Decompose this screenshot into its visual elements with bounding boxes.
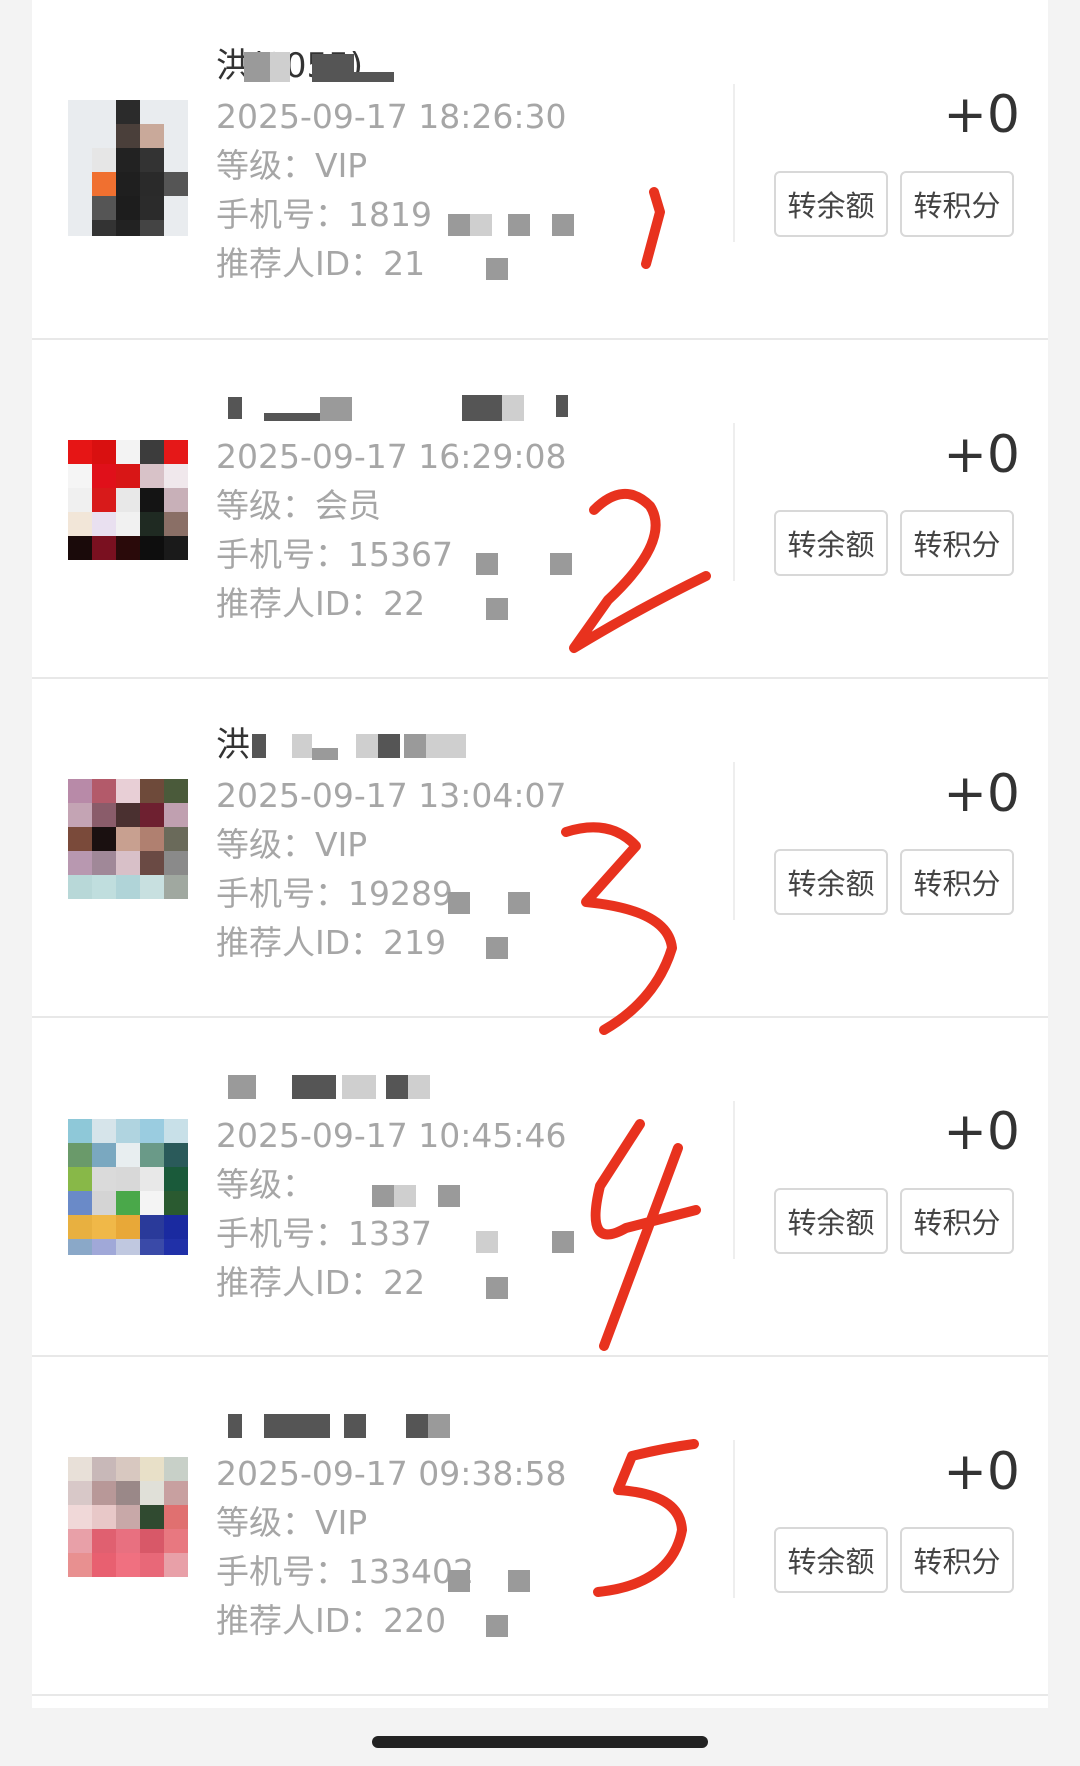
- join-time: 2025-09-17 18:26:30: [216, 97, 567, 136]
- list-item: 洪 2025-09-17 13:04:07 等级：VIP 手机号：19289 推…: [32, 678, 1048, 1018]
- avatar[interactable]: [68, 100, 188, 236]
- transfer-points-button[interactable]: 转积分: [900, 510, 1014, 576]
- member-level: 等级：VIP: [216, 825, 368, 864]
- user-name: 洪: [216, 725, 250, 765]
- avatar[interactable]: [68, 440, 188, 576]
- avatar[interactable]: [68, 1457, 188, 1593]
- amount-value: +0: [943, 1102, 1020, 1162]
- referrer-id: 推荐人ID：219: [216, 923, 447, 962]
- referrer-id: 推荐人ID：21: [216, 244, 426, 283]
- amount-value: +0: [943, 425, 1020, 485]
- phone-number: 手机号：1819: [216, 195, 432, 234]
- phone-number: 手机号：19289: [216, 874, 453, 913]
- record-list: 洪(0055) 2025-09-17 18:26:30 等级：VIP 手机号：1…: [32, 0, 1048, 1708]
- join-time: 2025-09-17 09:38:58: [216, 1454, 567, 1493]
- referrer-id: 推荐人ID：220: [216, 1601, 447, 1640]
- transfer-points-button[interactable]: 转积分: [900, 171, 1014, 237]
- transfer-points-button[interactable]: 转积分: [900, 1527, 1014, 1593]
- amount-value: +0: [943, 764, 1020, 824]
- list-item: 2025-09-17 09:38:58 等级：VIP 手机号：133402 推荐…: [32, 1356, 1048, 1696]
- member-level: 等级：VIP: [216, 1503, 368, 1542]
- join-time: 2025-09-17 16:29:08: [216, 437, 567, 476]
- transfer-balance-button[interactable]: 转余额: [774, 171, 888, 237]
- amount-value: +0: [943, 85, 1020, 145]
- phone-number: 手机号：15367: [216, 535, 453, 574]
- amount-value: +0: [943, 1442, 1020, 1502]
- member-level: 等级：: [216, 1165, 315, 1204]
- join-time: 2025-09-17 13:04:07: [216, 776, 567, 815]
- referrer-id: 推荐人ID：22: [216, 1263, 426, 1302]
- phone-number: 手机号：1337: [216, 1214, 432, 1253]
- member-level: 等级：会员: [216, 486, 381, 525]
- avatar[interactable]: [68, 779, 188, 915]
- transfer-points-button[interactable]: 转积分: [900, 849, 1014, 915]
- transfer-balance-button[interactable]: 转余额: [774, 1527, 888, 1593]
- home-indicator[interactable]: [372, 1736, 708, 1748]
- transfer-balance-button[interactable]: 转余额: [774, 510, 888, 576]
- join-time: 2025-09-17 10:45:46: [216, 1116, 567, 1155]
- list-item: 洪(0055) 2025-09-17 18:26:30 等级：VIP 手机号：1…: [32, 0, 1048, 340]
- list-item: 2025-09-17 10:45:46 等级： 手机号：1337 推荐人ID：2…: [32, 1017, 1048, 1357]
- phone-number: 手机号：133402: [216, 1552, 474, 1591]
- referrer-id: 推荐人ID：22: [216, 584, 426, 623]
- transfer-balance-button[interactable]: 转余额: [774, 849, 888, 915]
- member-level: 等级：VIP: [216, 146, 368, 185]
- transfer-balance-button[interactable]: 转余额: [774, 1188, 888, 1254]
- list-item: 2025-09-17 16:29:08 等级：会员 手机号：15367 推荐人I…: [32, 339, 1048, 679]
- transfer-points-button[interactable]: 转积分: [900, 1188, 1014, 1254]
- avatar[interactable]: [68, 1119, 188, 1255]
